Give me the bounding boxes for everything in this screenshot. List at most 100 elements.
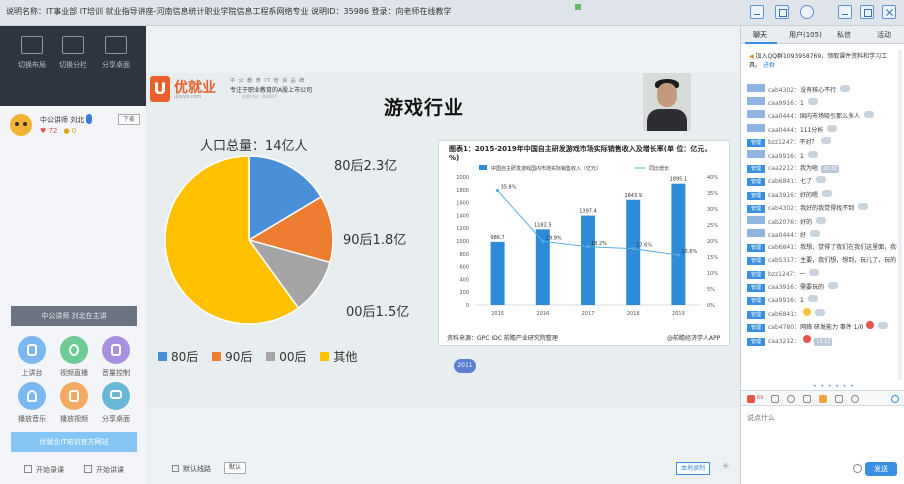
chat-username[interactable]: cab2076： xyxy=(768,219,800,226)
switch-column-button[interactable]: 切换分栏 xyxy=(53,36,93,70)
mic-icon[interactable] xyxy=(86,114,92,124)
window-maximize-button[interactable] xyxy=(860,5,874,19)
tab-users[interactable]: 用户(105) xyxy=(789,30,822,40)
start-record-label: 开始录课 xyxy=(36,466,64,474)
chat-username[interactable]: caa9916： xyxy=(768,297,800,304)
chat-username[interactable]: cab4302： xyxy=(768,205,800,212)
maximize-button[interactable] xyxy=(775,5,789,19)
bar-value-label: 1895.1 xyxy=(670,177,688,183)
volume-label: 音量控制 xyxy=(102,369,130,377)
chat-text: 1 xyxy=(799,297,804,304)
role-badge xyxy=(747,110,765,119)
stage-button[interactable] xyxy=(18,336,46,364)
chat-username[interactable]: cab4780： xyxy=(768,324,800,331)
chat-username[interactable]: bzz1247： xyxy=(768,271,799,278)
chat-username[interactable]: bzz1247： xyxy=(768,139,799,146)
y-tick-label: 1800 xyxy=(456,188,469,194)
chat-toolbar: 69 xyxy=(741,390,904,406)
chat-message: 管理 cab4780：网络 研发能力 事件 1/0 xyxy=(747,321,897,334)
emoji-icon[interactable] xyxy=(787,395,795,403)
send-button[interactable]: 发送 xyxy=(865,462,897,476)
role-badge xyxy=(747,84,765,92)
bar-value-label: 1182.5 xyxy=(534,222,552,228)
chat-text: 需要玩的 xyxy=(799,283,824,291)
join-group-link[interactable]: 进群 xyxy=(763,62,775,69)
tab-activity[interactable]: 活动 xyxy=(877,30,891,40)
time-badge: 13:12 xyxy=(813,337,833,346)
chat-scrollbar[interactable] xyxy=(898,50,902,380)
route-select[interactable]: 默认 xyxy=(224,462,246,474)
chart-title: 图表1：2015-2019年中国自主研发游戏市场实际销售收入及增长率(单 位：亿… xyxy=(449,145,712,162)
collapse-chevron-icon[interactable] xyxy=(800,5,814,19)
file-icon[interactable] xyxy=(835,395,843,403)
x-tick-label: 2015 xyxy=(491,311,504,317)
share-desktop-top-button[interactable]: 分享桌面 xyxy=(96,36,136,70)
emoji-icon xyxy=(803,308,812,317)
minimize-button[interactable] xyxy=(750,5,764,19)
chat-username[interactable]: caa9916： xyxy=(768,100,800,107)
chat-message: caa0444：国内市场吸引那么多人 xyxy=(747,110,897,123)
chat-username[interactable]: caa3916： xyxy=(768,192,800,199)
default-route-button[interactable]: 默认线路 xyxy=(172,464,211,474)
message-status-icon xyxy=(821,136,832,144)
chat-message: 管理 caa3212： 13:12 xyxy=(747,334,897,348)
chat-input[interactable] xyxy=(741,407,901,447)
chat-username[interactable]: cab6841： xyxy=(768,244,800,251)
pie-label-00s: 00后1.5亿 xyxy=(346,305,410,320)
tab-chat[interactable]: 聊天 xyxy=(753,30,767,40)
growth-value-label: 35.8% xyxy=(501,184,517,190)
right-panel: 聊天 用户(105) 私信 活动 ◀ 加入QQ群1093958769，领取课件资… xyxy=(740,26,904,484)
leave-mic-button[interactable]: 下麦 xyxy=(118,114,140,125)
pie-label-80s: 80后2.3亿 xyxy=(334,159,398,174)
flower-count: 69 xyxy=(757,395,764,401)
screenshot-icon[interactable] xyxy=(803,395,811,403)
chat-username[interactable]: caa9916： xyxy=(768,153,800,160)
help-icon[interactable] xyxy=(891,395,899,403)
chat-username[interactable]: caa0444： xyxy=(768,232,800,239)
clock-icon[interactable] xyxy=(851,395,859,403)
chat-username[interactable]: cab4302： xyxy=(768,87,800,94)
volume-button[interactable] xyxy=(102,336,130,364)
chat-username[interactable]: cab6841： xyxy=(768,311,800,318)
growth-point xyxy=(541,239,545,243)
chat-username[interactable]: caa2212： xyxy=(768,165,800,172)
settings-gear-icon[interactable]: ✳ xyxy=(722,462,730,472)
chat-username[interactable]: cab6841： xyxy=(768,178,800,185)
chat-username[interactable]: caa0444： xyxy=(768,113,800,120)
y-tick-label: 1000 xyxy=(456,239,469,245)
share-desktop-button[interactable] xyxy=(102,382,130,410)
growth-point xyxy=(586,245,590,249)
chat-message: 管理 cab6841：七了 xyxy=(747,176,897,189)
slide-title: 游戏行业 xyxy=(384,97,465,119)
image-icon[interactable] xyxy=(771,395,779,403)
close-button[interactable] xyxy=(882,5,896,19)
y-tick-label: 0 xyxy=(466,303,469,309)
y2-tick-label: 15% xyxy=(707,255,718,261)
chat-username[interactable]: cab5317： xyxy=(768,257,800,264)
slide-page-badge[interactable]: 2011 xyxy=(454,359,476,373)
flower-icon[interactable] xyxy=(747,395,755,403)
webcam-view[interactable] xyxy=(643,73,691,131)
smiley-icon[interactable] xyxy=(853,464,862,473)
tab-private[interactable]: 私信 xyxy=(837,30,851,40)
chat-message: 管理 cab5317：主要，我们想，想到，玩儿了，玩的 xyxy=(747,255,897,268)
chat-username[interactable]: caa3212： xyxy=(768,338,800,345)
switch-layout-button[interactable]: 切换布局 xyxy=(12,36,52,70)
chat-text: 1 xyxy=(799,152,804,160)
play-music-button[interactable] xyxy=(18,382,46,410)
chat-username[interactable]: caa3916： xyxy=(768,284,800,291)
slide: U 优就业 ujiuye.com 中 公 教 育 IT 培 训 品 牌 专注于职… xyxy=(146,73,740,407)
start-record-button[interactable]: 开始录课 xyxy=(24,465,64,475)
message-status-icon xyxy=(863,111,874,119)
official-site-link[interactable]: 优就业IT培训官方网站 xyxy=(11,432,137,452)
video-live-button[interactable] xyxy=(60,336,88,364)
window-minimize-button[interactable] xyxy=(838,5,852,19)
message-status-icon xyxy=(807,295,818,302)
gift-icon[interactable] xyxy=(819,395,827,403)
local-record-button[interactable]: 本地录制 xyxy=(676,462,710,475)
growth-value-label: 19.9% xyxy=(546,235,562,241)
start-lecture-button[interactable]: 开始讲课 xyxy=(84,465,124,475)
chat-username[interactable]: caa0444： xyxy=(768,127,800,134)
play-video-button[interactable] xyxy=(60,382,88,410)
role-badge: 管理 xyxy=(747,138,765,147)
